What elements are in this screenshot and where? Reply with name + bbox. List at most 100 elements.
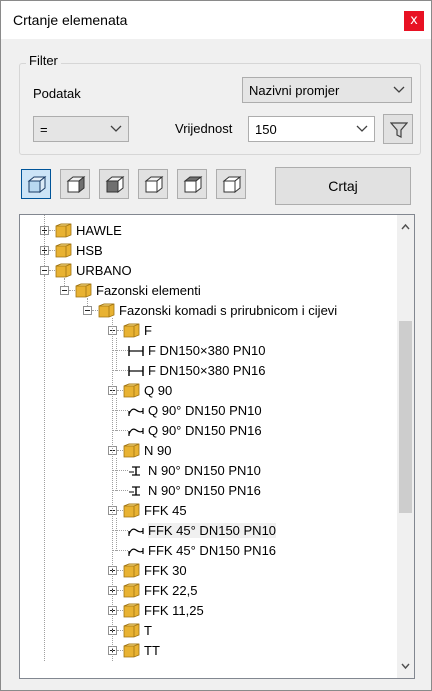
- tree-item-label: Q 90: [144, 383, 173, 398]
- tree-connector: [112, 430, 128, 431]
- tree-connector: [112, 350, 128, 351]
- bend-icon: [128, 428, 144, 436]
- flange-pipe-icon: [128, 366, 144, 376]
- draw-button[interactable]: Crtaj: [275, 167, 411, 205]
- view-top-icon: [105, 175, 125, 194]
- tree-connector: [112, 530, 128, 531]
- tree-leaf-item[interactable]: Q 90° DN150 PN16: [20, 421, 398, 441]
- tree-item-label: Q 90° DN150 PN10: [148, 403, 262, 418]
- tree-connector: [112, 370, 128, 371]
- collapse-icon[interactable]: [40, 266, 49, 275]
- view-back-button[interactable]: [177, 169, 207, 199]
- vrijednost-input-value: 150: [255, 122, 277, 137]
- tree-folder-item[interactable]: Fazonski komadi s prirubnicom i cijevi: [20, 301, 398, 321]
- view-front-icon: [27, 175, 47, 194]
- tree-item-label: FFK 45° DN150 PN16: [148, 543, 277, 558]
- scrollbar-thumb[interactable]: [399, 321, 412, 513]
- funnel-icon: [390, 122, 408, 138]
- tree-item-label: HSB: [76, 243, 103, 258]
- window-title: Crtanje elemenata: [13, 12, 128, 28]
- tree-item-label: Fazonski komadi s prirubnicom i cijevi: [119, 303, 338, 318]
- tree-leaf-item[interactable]: Q 90° DN150 PN10: [20, 401, 398, 421]
- view-iso-icon: [222, 175, 242, 194]
- collapse-icon[interactable]: [83, 306, 92, 315]
- tree-leaf-item[interactable]: N 90° DN150 PN16: [20, 481, 398, 501]
- tree-connector: [44, 275, 45, 661]
- folder-open-icon: [75, 283, 92, 298]
- tree-item-label: Fazonski elementi: [96, 283, 201, 298]
- tree-folder-item[interactable]: N 90: [20, 441, 398, 461]
- view-left-icon: [66, 175, 86, 194]
- title-bar: Crtanje elemenata x: [1, 1, 431, 39]
- vrijednost-input[interactable]: 150: [248, 116, 375, 142]
- podatak-select-value: Nazivni promjer: [249, 83, 340, 98]
- collapse-icon[interactable]: [60, 286, 69, 295]
- tree-folder-item[interactable]: FFK 45: [20, 501, 398, 521]
- tree-folder-item[interactable]: TT: [20, 641, 398, 661]
- tree-folder-item[interactable]: F: [20, 321, 398, 341]
- tree-connector: [112, 490, 128, 491]
- tree-connector: [87, 298, 88, 306]
- tree-connector: [112, 318, 113, 661]
- filter-legend: Filter: [26, 53, 61, 68]
- foot-bend-icon: [129, 466, 140, 476]
- tree-folder-item[interactable]: HAWLE: [20, 221, 398, 241]
- tree-connector: [64, 278, 65, 286]
- tree-item-label: FFK 30: [144, 563, 187, 578]
- tree-leaf-item[interactable]: FFK 45° DN150 PN10: [20, 521, 398, 541]
- chevron-down-icon: [356, 125, 368, 132]
- tree-item-label: F: [144, 323, 152, 338]
- tree-item-label: TT: [144, 643, 160, 658]
- folder-icon: [123, 643, 140, 658]
- folder-icon: [55, 243, 72, 258]
- view-left-button[interactable]: [60, 169, 90, 199]
- tree-folder-item[interactable]: FFK 30: [20, 561, 398, 581]
- podatak-select[interactable]: Nazivni promjer: [242, 77, 412, 103]
- folder-open-icon: [123, 503, 140, 518]
- tree-leaf-item[interactable]: N 90° DN150 PN10: [20, 461, 398, 481]
- tree-item-label: N 90° DN150 PN16: [148, 483, 261, 498]
- close-button[interactable]: x: [404, 11, 424, 31]
- tree-folder-item[interactable]: HSB: [20, 241, 398, 261]
- view-front-button[interactable]: [21, 169, 51, 199]
- scroll-up-icon[interactable]: [401, 223, 410, 230]
- filter-apply-button[interactable]: [383, 114, 413, 144]
- tree-item-label: N 90: [144, 443, 172, 458]
- flange-pipe-icon: [128, 346, 144, 356]
- element-tree[interactable]: HAWLE HSB URBANO Fazonski elementi Fazonski …: [19, 214, 415, 679]
- tree-folder-item[interactable]: Q 90: [20, 381, 398, 401]
- bend-icon: [128, 408, 144, 416]
- tree-folder-item[interactable]: FFK 11,25: [20, 601, 398, 621]
- scroll-down-icon[interactable]: [401, 663, 410, 670]
- tree-folder-item[interactable]: Fazonski elementi: [20, 281, 398, 301]
- view-right-button[interactable]: [138, 169, 168, 199]
- chevron-down-icon: [110, 125, 122, 132]
- tree-connector: [116, 458, 117, 491]
- view-top-button[interactable]: [99, 169, 129, 199]
- view-right-icon: [144, 175, 164, 194]
- tree-leaf-item[interactable]: F DN150×380 PN10: [20, 341, 398, 361]
- folder-icon: [123, 583, 140, 598]
- view-iso-button[interactable]: [216, 169, 246, 199]
- folder-open-icon: [123, 383, 140, 398]
- view-back-icon: [183, 175, 203, 194]
- tree-leaf-item[interactable]: FFK 45° DN150 PN16: [20, 541, 398, 561]
- folder-icon: [55, 223, 72, 238]
- operator-select[interactable]: =: [33, 116, 129, 142]
- tree-folder-item[interactable]: T: [20, 621, 398, 641]
- bend-icon: [128, 548, 144, 556]
- tree-item-label: FFK 22,5: [144, 583, 198, 598]
- tree-scrollbar[interactable]: [397, 215, 414, 678]
- tree-connector: [116, 518, 117, 551]
- tree-item-label: FFK 45: [144, 503, 187, 518]
- tree-item-label: N 90° DN150 PN10: [148, 463, 261, 478]
- tree-connector: [116, 338, 117, 371]
- folder-open-icon: [123, 323, 140, 338]
- tree-item-label: HAWLE: [76, 223, 122, 238]
- tree-connector: [116, 398, 117, 431]
- tree-folder-item[interactable]: FFK 22,5: [20, 581, 398, 601]
- tree-leaf-item[interactable]: F DN150×380 PN16: [20, 361, 398, 381]
- vrijednost-label: Vrijednost: [175, 121, 233, 136]
- tree-folder-item[interactable]: URBANO: [20, 261, 398, 281]
- tree-item-label: URBANO: [76, 263, 132, 278]
